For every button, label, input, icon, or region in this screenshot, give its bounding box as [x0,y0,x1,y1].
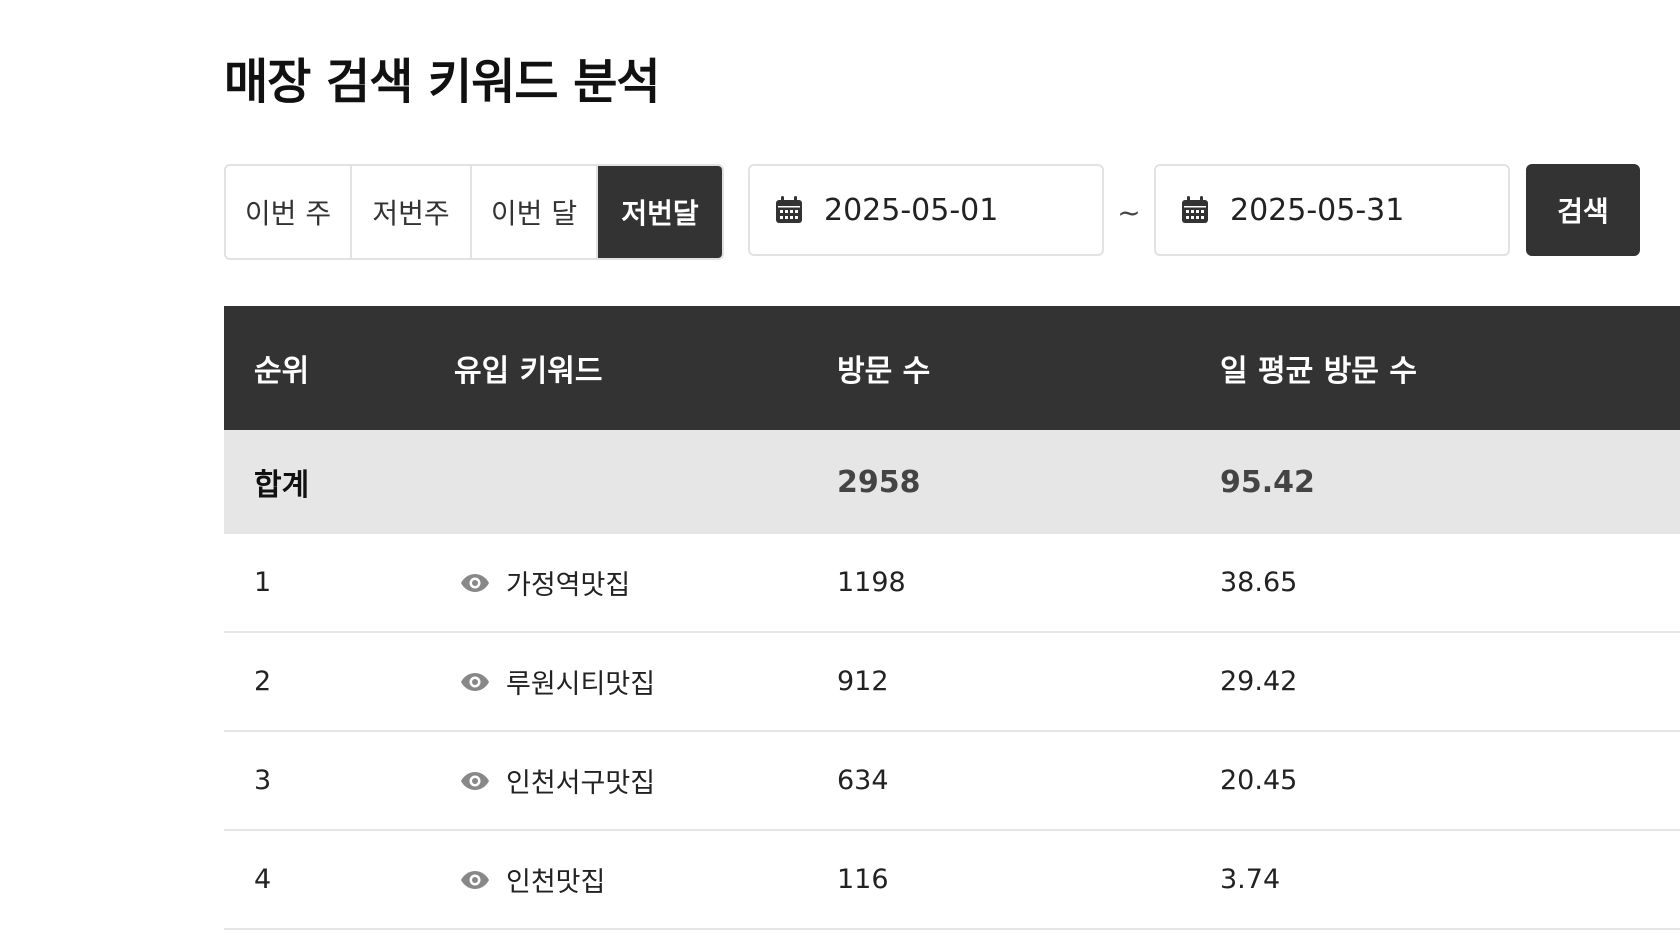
row-keyword: 가정역맛집 [454,563,837,602]
row-keyword-text: 인천서구맛집 [506,768,656,799]
period-toggle-group: 이번 주 저번주 이번 달 저번달 [224,164,724,260]
eye-icon[interactable] [460,869,490,891]
row-daily-avg: 29.42 [1220,666,1298,697]
table-total-row: 합계 2958 95.42 [224,430,1680,534]
header-visits: 방문 수 [837,354,931,389]
row-keyword-text: 가정역맛집 [506,570,631,601]
table-row: 2 루원시티맛집 912 29.42 [224,633,1680,732]
row-keyword: 인천맛집 [454,860,837,899]
row-keyword-text: 인천맛집 [506,867,606,898]
header-rank: 순위 [254,354,310,389]
row-keyword: 인천서구맛집 [454,761,837,800]
row-visits: 634 [837,765,889,796]
end-date-value: 2025-05-31 [1230,192,1405,228]
calendar-icon [776,196,802,223]
row-rank: 1 [254,567,272,598]
keyword-table: 순위 유입 키워드 방문 수 일 평균 방문 수 합계 2958 95.42 1… [224,306,1680,930]
total-label: 합계 [254,468,310,503]
table-row: 1 가정역맛집 1198 38.65 [224,534,1680,633]
filter-bar: 이번 주 저번주 이번 달 저번달 2025-05-01 ~ 2025-05-3… [224,164,1640,260]
period-this-month-button[interactable]: 이번 달 [472,166,598,258]
row-visits: 1198 [837,567,906,598]
page-title: 매장 검색 키워드 분석 [224,54,661,110]
row-daily-avg: 20.45 [1220,765,1298,796]
page: 매장 검색 키워드 분석 이번 주 저번주 이번 달 저번달 2025-05-0… [0,0,1680,952]
row-rank: 4 [254,864,272,895]
row-daily-avg: 3.74 [1220,864,1281,895]
row-keyword-text: 루원시티맛집 [506,669,656,700]
period-last-week-button[interactable]: 저번주 [352,166,472,258]
eye-icon[interactable] [460,671,490,693]
start-date-value: 2025-05-01 [824,192,999,228]
total-visits: 2958 [837,464,921,500]
row-visits: 912 [837,666,889,697]
row-visits: 116 [837,864,889,895]
header-daily-avg: 일 평균 방문 수 [1220,354,1417,389]
end-date-field[interactable]: 2025-05-31 [1154,164,1510,256]
row-keyword: 루원시티맛집 [454,662,837,701]
date-range-separator: ~ [1117,195,1141,229]
row-daily-avg: 38.65 [1220,567,1298,598]
eye-icon[interactable] [460,770,490,792]
row-rank: 3 [254,765,272,796]
start-date-field[interactable]: 2025-05-01 [748,164,1104,256]
total-daily-avg: 95.42 [1220,464,1315,500]
table-header-row: 순위 유입 키워드 방문 수 일 평균 방문 수 [224,306,1680,430]
calendar-icon [1182,196,1208,223]
period-this-week-button[interactable]: 이번 주 [226,166,352,258]
search-button[interactable]: 검색 [1526,164,1640,256]
table-row: 3 인천서구맛집 634 20.45 [224,732,1680,831]
period-last-month-button[interactable]: 저번달 [598,166,722,258]
table-row: 4 인천맛집 116 3.74 [224,831,1680,930]
row-rank: 2 [254,666,272,697]
header-keyword: 유입 키워드 [454,354,603,389]
eye-icon[interactable] [460,572,490,594]
